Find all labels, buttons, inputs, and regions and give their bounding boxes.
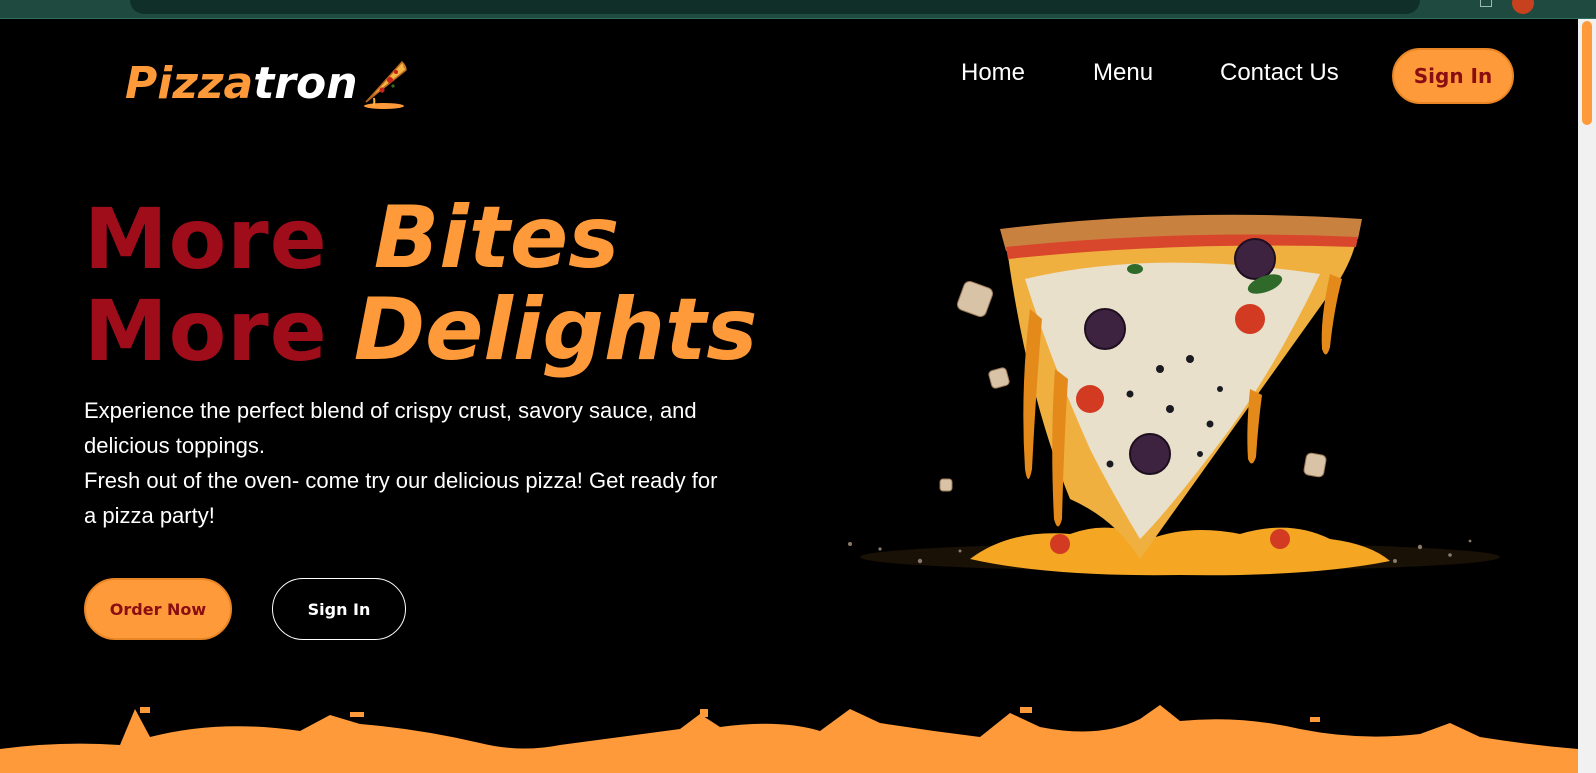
- hero-sign-in-button[interactable]: Sign In: [272, 578, 406, 640]
- headline-delights: Delights: [353, 280, 758, 380]
- window-control-icon[interactable]: [1480, 0, 1492, 7]
- headline-line-2: More Delights: [84, 281, 757, 373]
- header-sign-in-button[interactable]: Sign In: [1392, 48, 1514, 104]
- browser-toolbar: [0, 0, 1596, 19]
- logo-text-part2: tron: [253, 58, 358, 109]
- logo-text-part1: Pizza: [125, 58, 254, 109]
- order-now-button[interactable]: Order Now: [84, 578, 232, 640]
- hero-description: Experience the perfect blend of crispy c…: [84, 393, 724, 533]
- page-scrollbar[interactable]: [1578, 19, 1596, 773]
- pizza-slice-icon: [363, 60, 407, 109]
- profile-avatar[interactable]: [1512, 0, 1534, 14]
- nav-home[interactable]: Home: [961, 59, 1025, 87]
- hero-paragraph-2: Fresh out of the oven- come try our deli…: [84, 468, 718, 528]
- hero-headline: More Bites More Delights: [84, 189, 757, 373]
- melting-pizza-image: [848, 214, 1500, 576]
- headline-more-2: More: [84, 282, 328, 380]
- headline-line-1: More Bites: [84, 189, 757, 281]
- site-logo[interactable]: Pizzatron: [125, 49, 410, 119]
- paint-splash-decoration: [0, 705, 1578, 773]
- headline-bites: Bites: [373, 188, 620, 288]
- logo-text: Pizzatron: [125, 62, 358, 106]
- headline-more-1: More: [84, 190, 328, 288]
- landing-page: Pizzatron Home Menu Contact Us Sign In M…: [0, 19, 1578, 773]
- nav-contact-us[interactable]: Contact Us: [1220, 59, 1339, 87]
- address-bar[interactable]: [130, 0, 1420, 14]
- nav-menu[interactable]: Menu: [1093, 59, 1153, 87]
- scrollbar-thumb[interactable]: [1582, 21, 1592, 125]
- hero-paragraph-1: Experience the perfect blend of crispy c…: [84, 398, 697, 458]
